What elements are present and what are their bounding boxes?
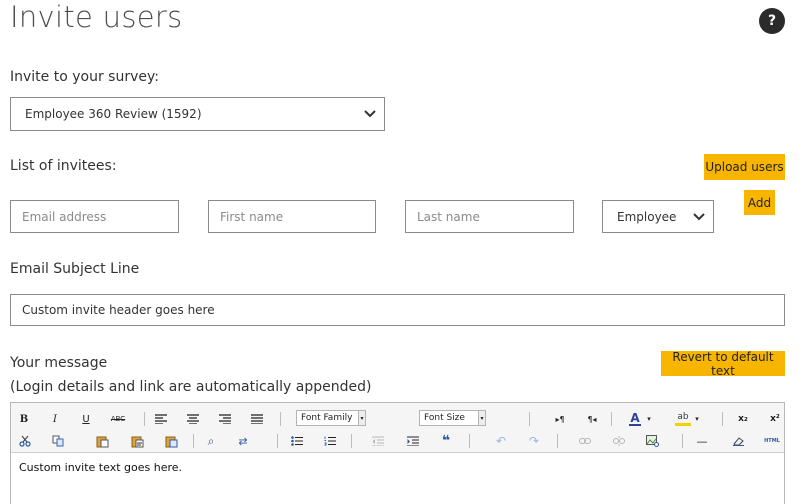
add-button[interactable]: Add	[744, 190, 775, 215]
copy-icon[interactable]	[51, 433, 65, 449]
underline-button[interactable]: U	[79, 411, 93, 427]
editor-content[interactable]: Custom invite text goes here.	[19, 461, 182, 474]
toolbar-row-1: B I U ABC Font Family ▾ Font Size ▾ ▸¶ ¶…	[11, 408, 784, 430]
insert-image-icon[interactable]	[644, 433, 660, 449]
unlink-icon[interactable]	[611, 433, 627, 449]
revert-default-button[interactable]: Revert to default text	[661, 350, 785, 378]
role-select[interactable]: Employee	[602, 200, 714, 233]
subject-label: Email Subject Line	[10, 261, 140, 277]
redo-icon[interactable]: ↷	[526, 433, 542, 449]
ltr-icon[interactable]: ▸¶	[551, 411, 569, 427]
align-center-icon[interactable]	[185, 411, 201, 427]
page-title: Invite users	[10, 0, 183, 34]
replace-icon[interactable]: ⇄	[235, 433, 251, 449]
font-size-select[interactable]: Font Size ▾	[419, 410, 486, 426]
highlight-color-icon[interactable]: ab	[675, 411, 691, 426]
font-size-value: Font Size	[424, 413, 465, 423]
subscript-icon[interactable]: x₂	[735, 411, 751, 427]
strikethrough-button[interactable]: ABC	[108, 411, 128, 427]
upload-users-button[interactable]: Upload users	[704, 154, 785, 180]
superscript-icon[interactable]: x²	[767, 411, 783, 427]
editor-toolbar: B I U ABC Font Family ▾ Font Size ▾ ▸¶ ¶…	[11, 403, 784, 453]
invitees-label: List of invitees:	[10, 158, 117, 174]
first-name-input[interactable]	[208, 200, 376, 233]
align-left-icon[interactable]	[153, 411, 169, 427]
chevron-down-icon[interactable]: ▾	[693, 411, 701, 427]
chevron-down-icon[interactable]: ▾	[645, 411, 653, 427]
font-family-select[interactable]: Font Family ▾	[296, 410, 366, 426]
italic-button[interactable]: I	[48, 411, 62, 427]
font-family-value: Font Family	[301, 413, 353, 423]
message-note: (Login details and link are automaticall…	[10, 379, 372, 395]
align-right-icon[interactable]	[217, 411, 233, 427]
last-name-input[interactable]	[405, 200, 574, 233]
message-label: Your message	[10, 355, 108, 371]
chevron-down-icon: ▾	[478, 411, 485, 425]
cut-icon[interactable]	[18, 433, 32, 449]
html-source-icon[interactable]: HTML	[762, 433, 782, 449]
email-input[interactable]	[10, 200, 179, 233]
chevron-down-icon: ▾	[358, 411, 365, 425]
indent-icon[interactable]	[405, 433, 421, 449]
paste-icon[interactable]	[94, 433, 110, 449]
align-justify-icon[interactable]	[249, 411, 265, 427]
rtl-icon[interactable]: ¶◂	[583, 411, 601, 427]
paste-text-icon[interactable]	[129, 433, 145, 449]
font-color-icon[interactable]: A	[629, 411, 641, 426]
survey-select-value: Employee 360 Review (1592)	[25, 107, 202, 121]
undo-icon[interactable]: ↶	[493, 433, 509, 449]
help-icon[interactable]: ?	[759, 8, 785, 34]
toolbar-row-2: ⌕ ⇄ ❝ ↶ ↷ — HTML	[11, 430, 784, 452]
survey-select[interactable]: Employee 360 Review (1592)	[10, 97, 385, 131]
find-icon[interactable]: ⌕	[203, 433, 219, 449]
horizontal-rule-icon[interactable]: —	[694, 433, 710, 449]
bold-button[interactable]: B	[17, 411, 31, 427]
chevron-down-icon	[693, 212, 705, 220]
message-editor[interactable]: B I U ABC Font Family ▾ Font Size ▾ ▸¶ ¶…	[10, 402, 785, 504]
outdent-icon[interactable]	[370, 433, 386, 449]
role-select-value: Employee	[617, 209, 677, 224]
survey-label: Invite to your survey:	[10, 69, 159, 85]
paste-word-icon[interactable]	[163, 433, 179, 449]
blockquote-icon[interactable]: ❝	[438, 433, 454, 449]
numbered-list-icon[interactable]	[322, 433, 338, 449]
link-icon[interactable]	[577, 433, 593, 449]
subject-input[interactable]	[10, 294, 785, 326]
chevron-down-icon	[364, 110, 376, 118]
eraser-icon[interactable]	[730, 433, 746, 449]
bullet-list-icon[interactable]	[289, 433, 305, 449]
